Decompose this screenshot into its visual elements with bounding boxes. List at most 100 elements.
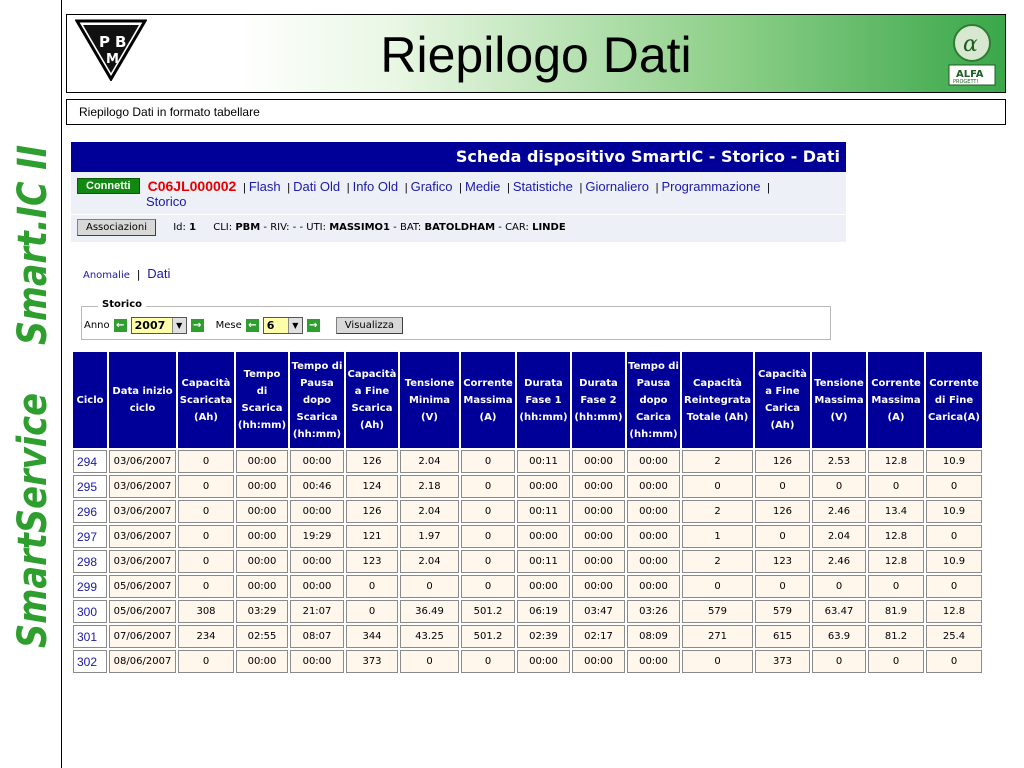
- table-cell: 12.8: [868, 550, 924, 573]
- table-cell: 00:46: [290, 475, 344, 498]
- tab-anomalie[interactable]: Anomalie: [83, 270, 130, 281]
- mese-select[interactable]: 6 ▼: [262, 317, 303, 334]
- table-cell: 2.04: [812, 525, 866, 548]
- subtabs: Anomalie | Dati: [83, 266, 171, 281]
- table-row: 301 07/06/2007 234 02:55 08:07 344 43.25 501.2 0…: [73, 625, 982, 648]
- column-header: Capacità Scaricata (Ah): [178, 352, 234, 448]
- nav-giornaliero[interactable]: Giornaliero: [585, 179, 649, 194]
- table-cell: 2.04: [400, 500, 459, 523]
- table-cell: 07/06/2007: [109, 625, 176, 648]
- alfa-progetti-logo: α ALFA PROGETTI: [948, 24, 996, 86]
- table-cell: 00:00: [572, 550, 625, 573]
- ciclo-link[interactable]: 294: [73, 450, 107, 473]
- table-cell: 0: [178, 525, 234, 548]
- table-cell: 0: [461, 550, 515, 573]
- table-cell: 02:55: [236, 625, 288, 648]
- table-cell: 2.46: [812, 500, 866, 523]
- table-cell: 2.46: [812, 550, 866, 573]
- table-cell: 00:00: [236, 450, 288, 473]
- table-cell: 00:00: [290, 500, 344, 523]
- device-panel: Scheda dispositivo SmartIC - Storico - D…: [71, 142, 846, 242]
- table-cell: 1: [682, 525, 753, 548]
- ciclo-link[interactable]: 300: [73, 600, 107, 623]
- nav-flash[interactable]: Flash: [249, 179, 281, 194]
- ciclo-link[interactable]: 295: [73, 475, 107, 498]
- chevron-down-icon: ▼: [287, 318, 302, 333]
- ciclo-link[interactable]: 302: [73, 650, 107, 673]
- nav-storico[interactable]: Storico: [146, 194, 186, 209]
- anno-next-icon[interactable]: →: [190, 319, 204, 332]
- table-row: 299 05/06/2007 0 00:00 00:00 0 0 0 00:00 00:00 00:…: [73, 575, 982, 598]
- table-cell: 00:00: [290, 575, 344, 598]
- mese-prev-icon[interactable]: ←: [245, 319, 259, 332]
- table-cell: 2: [682, 550, 753, 573]
- ciclo-link[interactable]: 296: [73, 500, 107, 523]
- panel-title: Scheda dispositivo SmartIC - Storico - D…: [71, 142, 846, 172]
- visualizza-button[interactable]: Visualizza: [335, 317, 404, 334]
- table-cell: 1.97: [400, 525, 459, 548]
- mese-next-icon[interactable]: →: [306, 319, 320, 332]
- device-info-row: Associazioni Id: 1 CLI: PBM - RIV: - - U…: [71, 214, 846, 242]
- table-cell: 0: [346, 575, 398, 598]
- table-cell: 13.4: [868, 500, 924, 523]
- nav-programmazione[interactable]: Programmazione: [661, 179, 760, 194]
- table-cell: 19:29: [290, 525, 344, 548]
- table-row: 295 03/06/2007 0 00:00 00:46 124 2.18 0 00:00 00:…: [73, 475, 982, 498]
- storico-area: Anomalie | Dati Storico Anno ← 2007 ▼ → M…: [71, 248, 843, 340]
- table-cell: 2: [682, 500, 753, 523]
- nav-grafico[interactable]: Grafico: [411, 179, 453, 194]
- table-cell: 124: [346, 475, 398, 498]
- table-cell: 10.9: [926, 500, 982, 523]
- table-cell: 00:00: [572, 475, 625, 498]
- table-cell: 126: [346, 500, 398, 523]
- table-cell: 579: [755, 600, 810, 623]
- column-header: Corrente Massima (A): [461, 352, 515, 448]
- column-header: Ciclo: [73, 352, 107, 448]
- anno-prev-icon[interactable]: ←: [113, 319, 127, 332]
- table-cell: 00:00: [627, 525, 680, 548]
- table-cell: 63.47: [812, 600, 866, 623]
- column-header: Tensione Minima (V): [400, 352, 459, 448]
- table-row: 302 08/06/2007 0 00:00 00:00 373 0 0 00:00 00:00 0…: [73, 650, 982, 673]
- table-cell: 00:00: [236, 550, 288, 573]
- ciclo-link[interactable]: 298: [73, 550, 107, 573]
- table-cell: 0: [812, 650, 866, 673]
- table-cell: 21:07: [290, 600, 344, 623]
- table-cell: 00:00: [290, 550, 344, 573]
- table-cell: 234: [178, 625, 234, 648]
- associazioni-button[interactable]: Associazioni: [77, 219, 157, 236]
- table-cell: 00:00: [236, 500, 288, 523]
- table-cell: 00:00: [627, 475, 680, 498]
- table-cell: 501.2: [461, 625, 515, 648]
- table-cell: 579: [682, 600, 753, 623]
- nav-statistiche[interactable]: Statistiche: [513, 179, 573, 194]
- nav-dati-old[interactable]: Dati Old: [293, 179, 340, 194]
- table-cell: 2.53: [812, 450, 866, 473]
- nav-info-old[interactable]: Info Old: [353, 179, 399, 194]
- column-header: Capacità Reintegrata Totale (Ah): [682, 352, 753, 448]
- ciclo-link[interactable]: 301: [73, 625, 107, 648]
- table-cell: 2: [682, 450, 753, 473]
- table-cell: 0: [682, 475, 753, 498]
- tab-dati[interactable]: Dati: [147, 266, 170, 281]
- connect-button[interactable]: Connetti: [77, 178, 140, 194]
- table-cell: 2.04: [400, 450, 459, 473]
- table-cell: 0: [926, 525, 982, 548]
- table-cell: 0: [755, 575, 810, 598]
- cli-value: PBM: [235, 222, 261, 233]
- table-cell: 00:00: [627, 575, 680, 598]
- table-cell: 08:09: [627, 625, 680, 648]
- ciclo-link[interactable]: 299: [73, 575, 107, 598]
- storico-fieldset: Storico Anno ← 2007 ▼ → Mese ← 6 ▼ → Visua…: [81, 299, 831, 340]
- table-cell: 00:00: [627, 650, 680, 673]
- table-cell: 00:00: [517, 575, 570, 598]
- table-cell: 03/06/2007: [109, 475, 176, 498]
- column-header: Capacità a Fine Scarica (Ah): [346, 352, 398, 448]
- column-header: Durata Fase 1 (hh:mm): [517, 352, 570, 448]
- anno-select[interactable]: 2007 ▼: [130, 317, 187, 334]
- column-header: Tempo di Pausa dopo Scarica (hh:mm): [290, 352, 344, 448]
- column-header: Data inizio ciclo: [109, 352, 176, 448]
- ciclo-link[interactable]: 297: [73, 525, 107, 548]
- nav-medie[interactable]: Medie: [465, 179, 500, 194]
- uti-value: MASSIMO1: [329, 222, 390, 233]
